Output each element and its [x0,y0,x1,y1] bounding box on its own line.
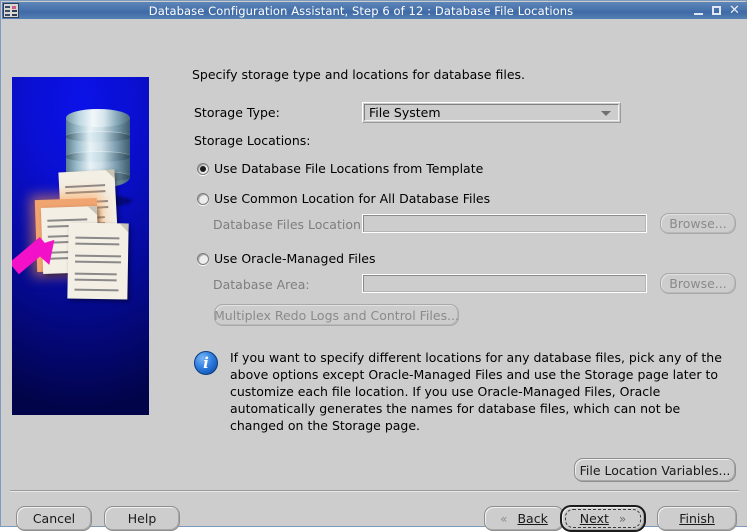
browse-db-files-label: Browse... [669,216,727,231]
help-button[interactable]: Help [104,506,180,531]
next-label: Next [579,511,609,526]
browse-db-area-label: Browse... [669,276,727,291]
multiplex-redo-logs-label: Multiplex Redo Logs and Control Files... [214,307,459,323]
close-icon[interactable]: ✕ [729,4,740,17]
cancel-label: Cancel [32,511,76,526]
divider [10,490,739,492]
db-area-input[interactable] [362,274,647,293]
file-location-variables-button[interactable]: File Location Variables... [574,458,736,482]
browse-db-area-button[interactable]: Browse... [660,273,736,294]
multiplex-redo-logs-button[interactable]: Multiplex Redo Logs and Control Files... [214,304,459,326]
db-area-label: Database Area: [213,277,310,292]
cancel-button[interactable]: Cancel [16,506,92,531]
next-button[interactable]: Next » [560,505,646,532]
chevron-down-icon [601,111,611,116]
storage-type-select[interactable]: File System [362,102,621,123]
db-files-location-input[interactable] [362,214,647,233]
info-icon: i [194,351,218,375]
database-icon [3,3,19,18]
maximize-icon[interactable] [711,5,722,16]
file-location-variables-label: File Location Variables... [579,462,731,478]
chevron-right-icon: » [618,511,627,526]
radio-use-template[interactable]: Use Database File Locations from Templat… [197,161,483,176]
radio-button-icon[interactable] [197,192,209,205]
storage-type-value: File System [369,105,441,120]
db-files-location-label: Database Files Location: [213,217,366,232]
radio-use-common-location-label: Use Common Location for All Database Fil… [214,191,491,206]
info-message: If you want to specify different locatio… [230,350,722,433]
radio-use-oracle-managed-files[interactable]: Use Oracle-Managed Files [197,251,376,266]
radio-button-icon[interactable] [197,252,209,265]
help-label: Help [127,511,157,526]
storage-locations-label: Storage Locations: [194,133,311,148]
database-files-illustration [12,77,149,415]
window-title: Database Configuration Assistant, Step 6… [148,3,574,18]
window-controls: ✕ [693,4,747,17]
browse-db-files-button[interactable]: Browse... [660,213,736,234]
radio-use-oracle-managed-files-label: Use Oracle-Managed Files [214,251,376,266]
finish-label: Finish [679,511,715,526]
back-label: Back [517,511,548,526]
back-button[interactable]: « Back [484,506,564,531]
radio-use-template-label: Use Database File Locations from Templat… [214,161,484,176]
application-window: Database Configuration Assistant, Step 6… [0,0,747,532]
page-title: Specify storage type and locations for d… [192,67,525,82]
radio-button-icon[interactable] [197,162,209,175]
chevron-left-icon: « [500,511,508,526]
title-bar: Database Configuration Assistant, Step 6… [2,2,747,19]
arrow-icon [12,231,72,287]
minimize-icon[interactable] [693,5,704,16]
client-area: Specify storage type and locations for d… [2,19,747,532]
radio-use-common-location[interactable]: Use Common Location for All Database Fil… [197,191,490,206]
document-icon [67,222,129,300]
finish-button[interactable]: Finish [657,506,737,531]
storage-type-label: Storage Type: [194,105,280,120]
